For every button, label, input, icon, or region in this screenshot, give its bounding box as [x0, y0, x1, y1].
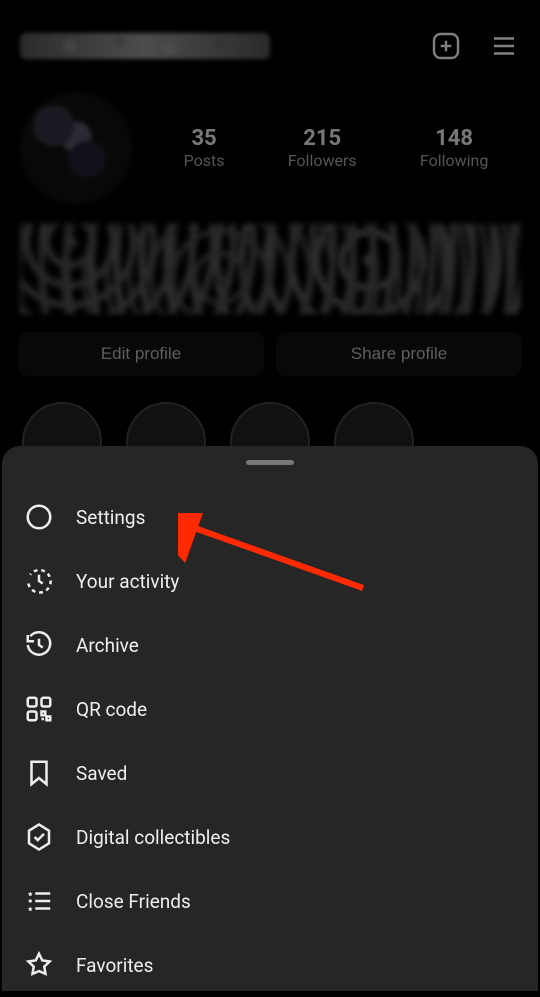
archive-menu-item[interactable]: Archive — [2, 613, 538, 677]
qr-code-menu-item[interactable]: QR code — [2, 677, 538, 741]
hamburger-menu-button[interactable] — [488, 30, 520, 62]
gear-icon — [24, 502, 54, 532]
options-bottom-sheet: Settings Your activity Archive — [2, 446, 538, 991]
qr-icon — [24, 694, 54, 724]
edit-profile-button[interactable]: Edit profile — [18, 332, 264, 376]
settings-menu-item[interactable]: Settings — [2, 485, 538, 549]
menu-item-label: Close Friends — [76, 890, 191, 913]
stat-followers-count: 215 — [288, 126, 357, 151]
menu-item-label: Archive — [76, 634, 139, 657]
your-activity-menu-item[interactable]: Your activity — [2, 549, 538, 613]
stat-followers-label: Followers — [288, 151, 357, 170]
menu-item-label: Saved — [76, 762, 127, 785]
bio-obscured — [20, 224, 520, 314]
star-icon — [24, 950, 54, 980]
username-obscured — [20, 33, 270, 59]
stat-following[interactable]: 148 Following — [420, 126, 488, 170]
stat-following-label: Following — [420, 151, 488, 170]
sheet-drag-handle[interactable] — [246, 460, 294, 465]
stat-posts-count: 35 — [184, 126, 225, 151]
share-profile-button[interactable]: Share profile — [276, 332, 522, 376]
create-post-button[interactable] — [430, 30, 462, 62]
stat-posts[interactable]: 35 Posts — [184, 126, 225, 170]
stat-followers[interactable]: 215 Followers — [288, 126, 357, 170]
bookmark-icon — [24, 758, 54, 788]
activity-icon — [24, 566, 54, 596]
menu-item-label: Your activity — [76, 570, 179, 593]
profile-topbar — [0, 0, 540, 72]
favorites-menu-item[interactable]: Favorites — [2, 933, 538, 997]
menu-item-label: Digital collectibles — [76, 826, 230, 849]
digital-collectibles-menu-item[interactable]: Digital collectibles — [2, 805, 538, 869]
close-friends-menu-item[interactable]: Close Friends — [2, 869, 538, 933]
stat-following-count: 148 — [420, 126, 488, 151]
hexcheck-icon — [24, 822, 54, 852]
archive-icon — [24, 630, 54, 660]
menu-item-label: QR code — [76, 698, 147, 721]
menu-item-label: Favorites — [76, 954, 153, 977]
avatar[interactable] — [20, 92, 132, 204]
profile-header: 35 Posts 215 Followers 148 Following — [0, 72, 540, 214]
closefriends-icon — [24, 886, 54, 916]
stat-posts-label: Posts — [184, 151, 225, 170]
profile-action-row: Edit profile Share profile — [0, 324, 540, 384]
saved-menu-item[interactable]: Saved — [2, 741, 538, 805]
menu-item-label: Settings — [76, 506, 145, 529]
